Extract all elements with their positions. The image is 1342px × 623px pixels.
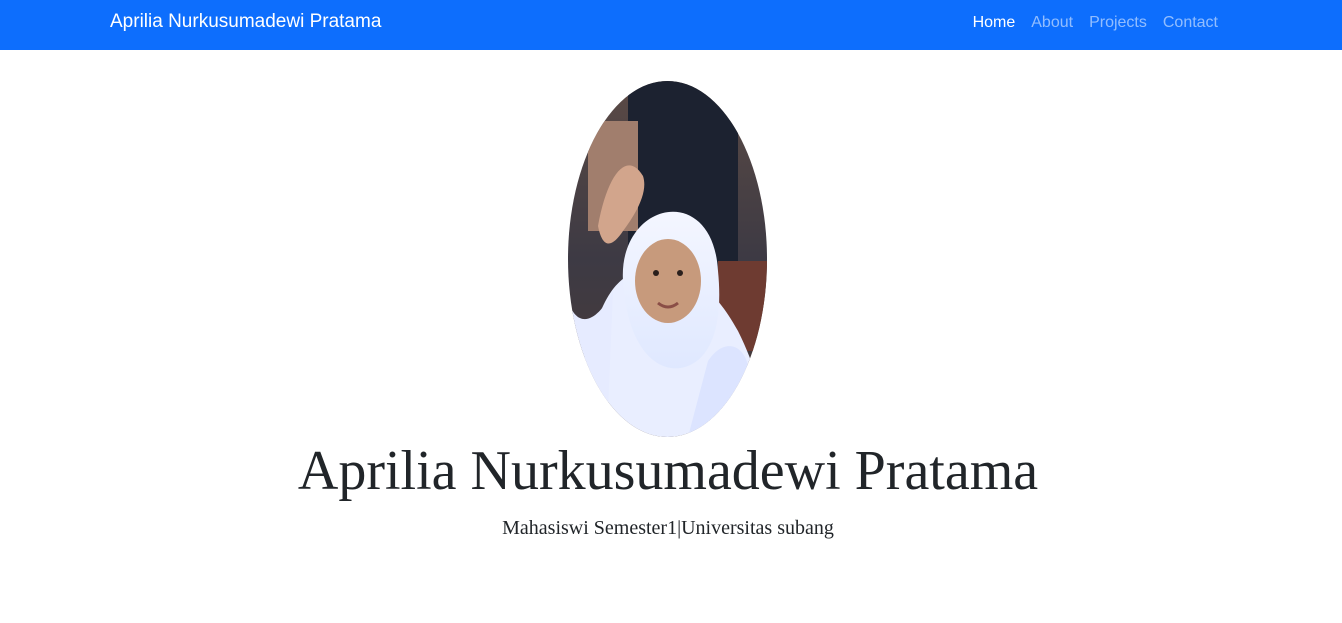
nav-link-projects[interactable]: Projects (1089, 14, 1147, 32)
nav-link-home[interactable]: Home (973, 14, 1016, 32)
profile-photo-image (568, 81, 767, 437)
nav-link-contact[interactable]: Contact (1163, 14, 1218, 32)
hero-subtitle: Mahasiswi Semester1|Universitas subang (502, 517, 834, 539)
hero-title: Aprilia Nurkusumadewi Pratama (297, 440, 1039, 502)
nav-links: Home About Projects Contact (973, 14, 1218, 32)
navbar-brand[interactable]: Aprilia Nurkusumadewi Pratama (110, 11, 381, 33)
profile-photo (568, 81, 767, 437)
navbar: Aprilia Nurkusumadewi Pratama Home About… (0, 0, 1342, 50)
nav-link-about[interactable]: About (1031, 14, 1073, 32)
